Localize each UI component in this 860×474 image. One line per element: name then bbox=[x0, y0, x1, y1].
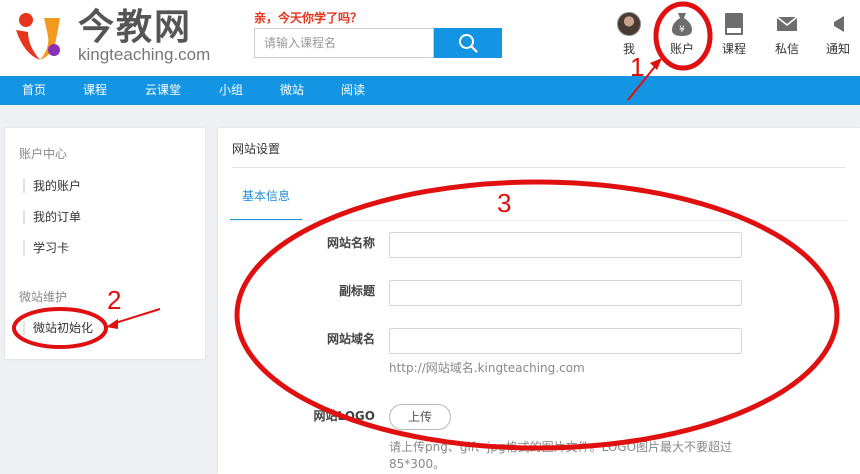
sidebar-item-study-card[interactable]: 学习卡 bbox=[23, 241, 69, 255]
tab-basic-info[interactable]: 基本信息 bbox=[230, 180, 302, 221]
speaker-icon bbox=[834, 16, 844, 32]
tab-divider bbox=[230, 220, 846, 221]
logo-hint-line1: 请上传png、gif、jpg格式的图片文件。LOGO图片最大不要超过 bbox=[389, 440, 733, 454]
annotation-number-3: 3 bbox=[497, 188, 512, 218]
domain-input[interactable] bbox=[389, 328, 742, 354]
nav-cloud-class[interactable]: 云课堂 bbox=[145, 76, 181, 105]
search-button[interactable] bbox=[434, 28, 502, 58]
main-nav: 首页 课程 云课堂 小组 微站 阅读 bbox=[0, 76, 860, 105]
nav-groups[interactable]: 小组 bbox=[219, 76, 243, 105]
money-bag-icon: ¥ bbox=[672, 13, 692, 36]
sidebar-item-microsite-init[interactable]: 微站初始化 bbox=[23, 321, 93, 335]
nav-reading[interactable]: 阅读 bbox=[341, 76, 365, 105]
book-icon bbox=[725, 13, 743, 35]
sidebar-item-my-account[interactable]: 我的账户 bbox=[23, 179, 81, 193]
logo-label: 网站LOGO bbox=[313, 409, 375, 423]
logo-text-en: kingteaching.com bbox=[78, 45, 211, 64]
sidebar-section-microsite: 微站维护 bbox=[19, 290, 68, 304]
subtitle-label: 副标题 bbox=[338, 284, 375, 298]
logo-hint-line2: 85*300。 bbox=[389, 457, 446, 471]
site-logo[interactable]: 今教网 kingteaching.com bbox=[14, 8, 214, 68]
top-nav-notice-label: 通知 bbox=[825, 42, 850, 56]
domain-label: 网站域名 bbox=[326, 332, 375, 346]
search-input[interactable]: 请输入课程名 bbox=[254, 28, 434, 58]
annotation-number-1: 1 bbox=[630, 52, 645, 82]
domain-hint: http://网站域名.kingteaching.com bbox=[389, 361, 585, 375]
nav-home[interactable]: 首页 bbox=[22, 76, 46, 105]
top-nav-course-label: 课程 bbox=[721, 42, 746, 56]
svg-text:¥: ¥ bbox=[679, 25, 685, 35]
sidebar-section-account: 账户中心 bbox=[19, 147, 68, 161]
site-settings-panel: 网站设置 基本信息 网站名称 副标题 网站域名 http://网站域名.king… bbox=[218, 128, 860, 474]
title-divider bbox=[232, 167, 846, 168]
logo-mark-icon bbox=[16, 13, 60, 60]
top-nav-message[interactable]: 私信 bbox=[765, 10, 809, 62]
annotation-number-2: 2 bbox=[107, 285, 122, 315]
upload-button[interactable]: 上传 bbox=[389, 404, 451, 430]
subtitle-input[interactable] bbox=[389, 280, 742, 306]
user-avatar bbox=[617, 12, 641, 36]
top-nav-account[interactable]: ¥ 账户 bbox=[660, 10, 704, 62]
top-nav-course[interactable]: 课程 bbox=[712, 10, 756, 62]
site-header: 今教网 kingteaching.com 亲，今天你学了吗？ 请输入课程名 我 … bbox=[0, 0, 860, 76]
envelope-icon bbox=[776, 16, 798, 31]
site-name-label: 网站名称 bbox=[326, 236, 375, 250]
search-icon bbox=[459, 34, 478, 53]
nav-microsite[interactable]: 微站 bbox=[280, 76, 304, 105]
page-title: 网站设置 bbox=[232, 142, 281, 156]
top-nav-notice[interactable]: 通知 bbox=[816, 10, 860, 62]
top-nav-message-label: 私信 bbox=[774, 42, 799, 56]
site-name-input[interactable] bbox=[389, 232, 742, 258]
sidebar-item-my-orders[interactable]: 我的订单 bbox=[23, 210, 81, 224]
top-nav-account-label: 账户 bbox=[669, 42, 694, 56]
nav-courses[interactable]: 课程 bbox=[83, 76, 107, 105]
account-sidebar: 账户中心 我的账户 我的订单 学习卡 微站维护 微站初始化 bbox=[5, 128, 205, 359]
slogan: 亲，今天你学了吗？ bbox=[254, 11, 363, 25]
logo-text-cn: 今教网 bbox=[78, 7, 193, 48]
